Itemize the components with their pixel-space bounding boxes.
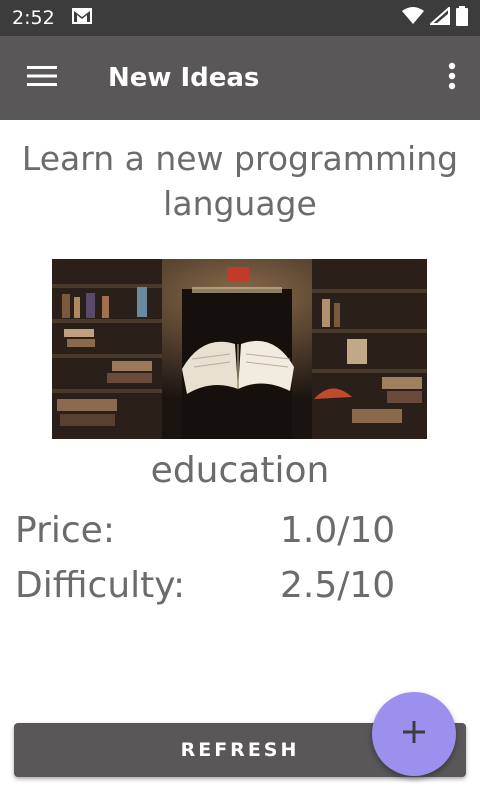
idea-title: Learn a new programming language <box>21 139 459 223</box>
category-label: education <box>150 450 330 491</box>
price-value: 1.0/10 <box>280 510 396 551</box>
wifi-icon <box>402 7 424 29</box>
app-title: New Ideas <box>108 63 260 93</box>
app-bar: New Ideas <box>0 36 480 120</box>
refresh-button-label: REFRESH <box>180 739 300 761</box>
cell-signal-icon <box>428 5 450 29</box>
price-label: Price: <box>15 510 115 551</box>
status-bar: 2:52 <box>0 0 480 36</box>
status-time: 2:52 <box>12 7 55 29</box>
add-idea-fab[interactable] <box>372 692 456 776</box>
menu-button[interactable] <box>0 36 84 120</box>
battery-icon <box>456 6 468 30</box>
idea-image <box>52 259 427 439</box>
add-icon <box>401 719 427 749</box>
difficulty-value: 2.5/10 <box>280 565 396 606</box>
overflow-menu-button[interactable] <box>424 36 480 120</box>
menu-icon <box>27 65 57 91</box>
difficulty-label: Difficulty: <box>15 565 186 606</box>
more-vert-icon <box>448 62 456 94</box>
gmail-icon <box>71 7 93 29</box>
